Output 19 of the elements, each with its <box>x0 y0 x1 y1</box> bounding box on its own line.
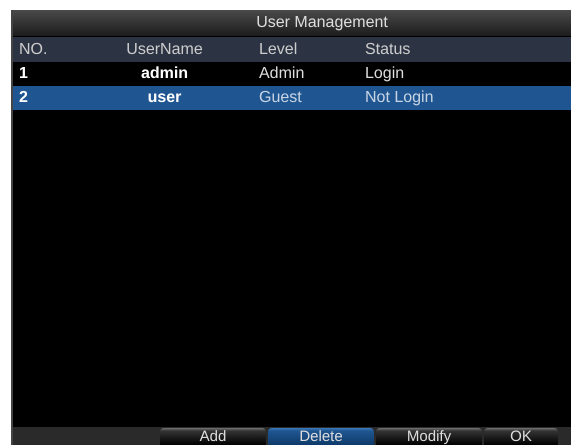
table-cell-text: Login <box>365 65 406 83</box>
table-cell: admin <box>140 65 188 83</box>
table-cell-text: 2 <box>19 89 29 107</box>
table-row[interactable]: 1 admin Admin Login <box>13 62 571 86</box>
column-header: Level <box>259 40 298 58</box>
window-title: User Management <box>13 10 571 37</box>
table-cell-text: Guest <box>259 89 303 107</box>
dialog-button[interactable]: Add <box>160 428 266 445</box>
table-cell-text: 1 <box>19 65 29 83</box>
table-cell-text: Admin <box>259 65 306 83</box>
dialog-button[interactable]: OK <box>484 428 558 445</box>
column-header: Status <box>365 40 412 58</box>
dialog-button[interactable]: Modify <box>376 428 482 445</box>
table-row[interactable]: 2 user Guest Not Login <box>13 86 571 110</box>
dialog-button[interactable]: Delete <box>268 428 374 445</box>
table-cell: user <box>148 89 182 107</box>
column-header: NO. <box>19 40 48 58</box>
column-header: UserName <box>126 40 203 58</box>
table-cell-text: Not Login <box>365 89 434 107</box>
